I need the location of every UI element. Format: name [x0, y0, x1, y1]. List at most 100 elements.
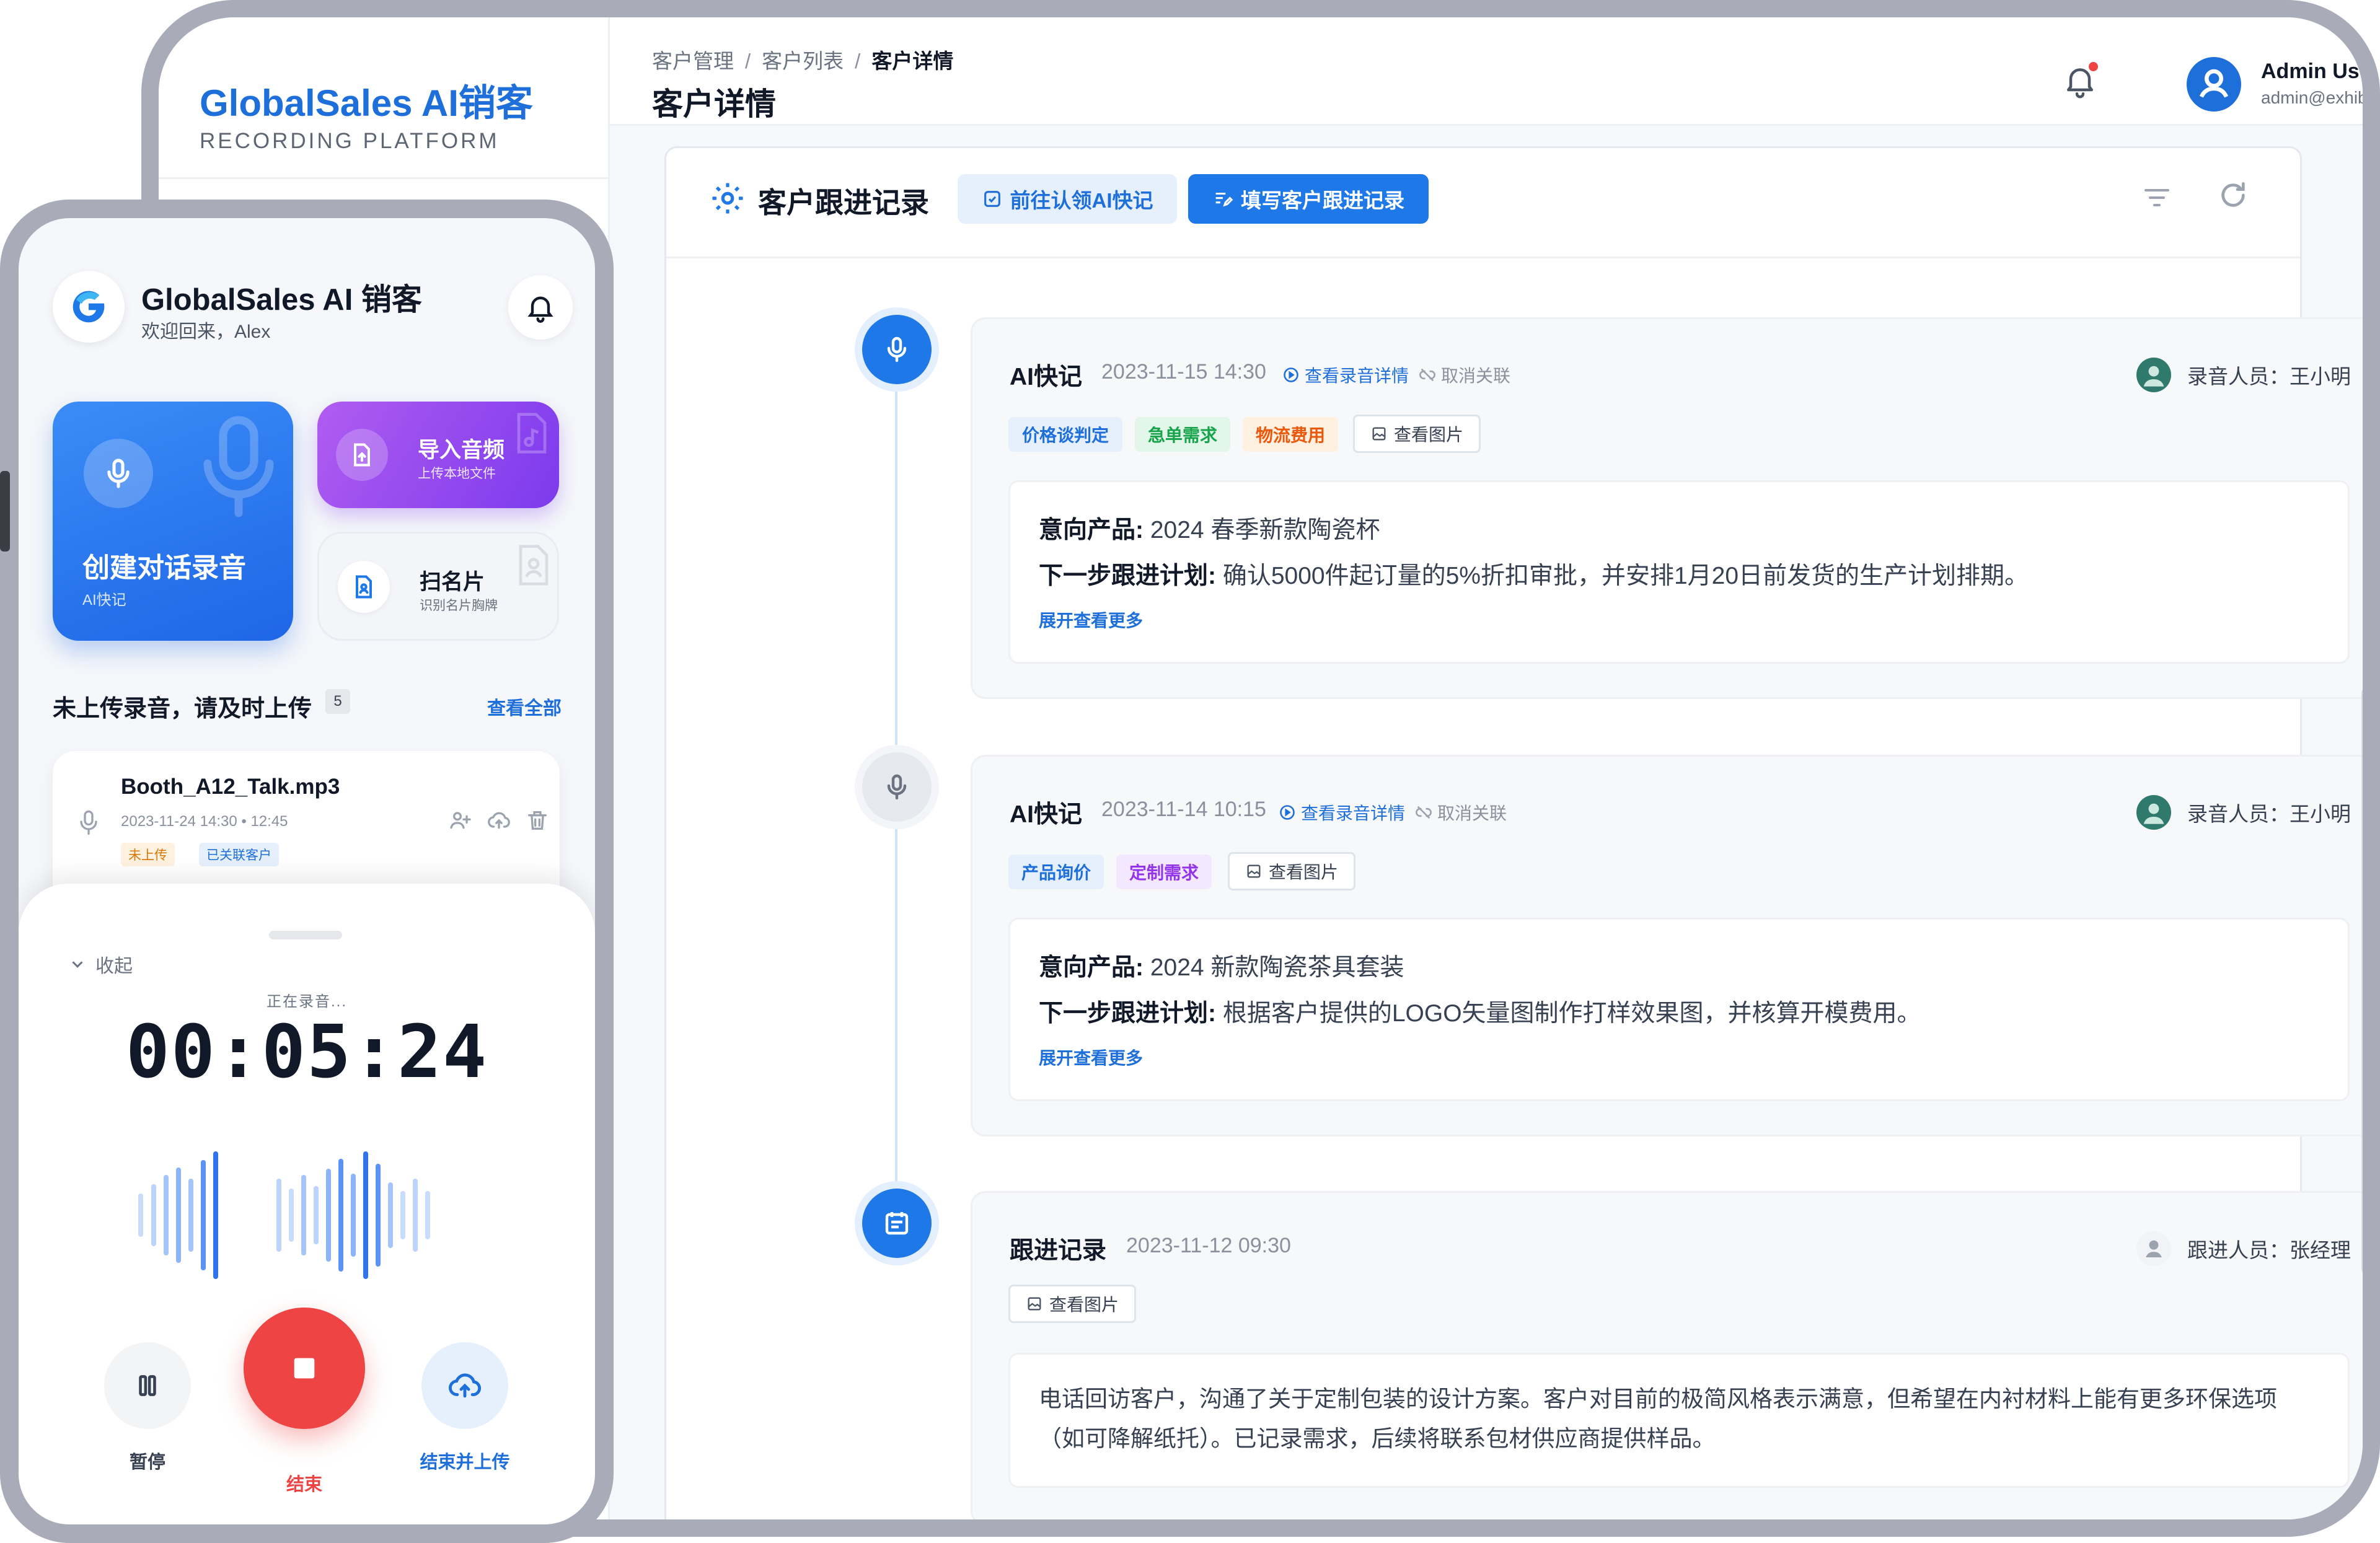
- scrollbar-thumb[interactable]: [2361, 687, 2363, 1275]
- tag-logistics-cost: 物流费用: [1243, 417, 1338, 452]
- view-recording-link[interactable]: 查看录音详情: [1282, 363, 1409, 387]
- claim-ai-notes-button[interactable]: 前往认领AI快记: [958, 174, 1177, 224]
- sidebar-divider: [159, 177, 608, 179]
- import-audio-title: 导入音频: [418, 438, 505, 462]
- contact-card-icon: [355, 575, 372, 599]
- unlink-label: 取消关联: [1437, 804, 1507, 823]
- breadcrumb: 客户管理 / 客户列表 / 客户详情: [652, 45, 953, 74]
- plan-label: 下一步跟进计划:: [1039, 1000, 1216, 1027]
- pending-file-item[interactable]: Booth_A12_Talk.mp3 2023-11-24 14:30 • 12…: [53, 751, 560, 906]
- microphone-watermark-icon: [203, 416, 274, 517]
- view-all-link[interactable]: 查看全部: [487, 693, 562, 720]
- breadcrumb-item-current: 客户详情: [871, 50, 954, 73]
- view-image-button[interactable]: 查看图片: [1008, 1285, 1136, 1323]
- image-icon: [1372, 427, 1386, 441]
- brand-subtitle: RECORDING PLATFORM: [200, 129, 500, 153]
- filter-icon[interactable]: [2140, 183, 2174, 213]
- product-value: 2024 新款陶瓷茶具套装: [1150, 954, 1404, 981]
- phone-notification-button[interactable]: [508, 275, 573, 340]
- create-recording-sub: AI快记: [82, 592, 126, 609]
- entry-summary: 意向产品: 2024 新款陶瓷茶具套装 下一步跟进计划: 根据客户提供的LOGO…: [1008, 918, 2350, 1101]
- refresh-icon[interactable]: [2216, 178, 2250, 213]
- mobile-app-frame: GlobalSales AI 销客 欢迎回来，Alex 创建对话录音 AI快记 …: [0, 200, 614, 1543]
- claim-ai-notes-label: 前往认领AI快记: [1010, 189, 1153, 212]
- entry-time: 2023-11-15 14:30: [1101, 360, 1266, 384]
- finish-upload-button[interactable]: [421, 1342, 508, 1429]
- user-name: Admin User: [2261, 59, 2379, 83]
- microphone-icon: [887, 774, 907, 800]
- product-label: 意向产品:: [1039, 954, 1144, 981]
- tag-product-inquiry: 产品询价: [1008, 855, 1104, 889]
- tag-price-negotiation: 价格谈判定: [1008, 417, 1122, 452]
- expand-more-link[interactable]: 展开查看更多: [1039, 607, 1143, 632]
- user-avatar[interactable]: [2187, 57, 2241, 112]
- audio-file-watermark-icon: [517, 413, 547, 454]
- brand-title: GlobalSales AI销客: [200, 82, 533, 124]
- top-header: 客户管理 / 客户列表 / 客户详情 客户详情 Admin User admin@exh…: [610, 17, 2363, 126]
- follower-name: 跟进人员：张经理: [2187, 1239, 2351, 1262]
- import-audio-sub: 上传本地文件: [418, 467, 496, 481]
- scan-card-title: 扫名片: [420, 570, 485, 594]
- create-recording-title: 创建对话录音: [82, 553, 246, 583]
- view-image-button[interactable]: 查看图片: [1353, 415, 1481, 453]
- breadcrumb-item-customer-management[interactable]: 客户管理: [652, 50, 734, 73]
- assign-user-icon[interactable]: [448, 808, 473, 833]
- microphone-icon: [80, 810, 97, 835]
- view-image-button[interactable]: 查看图片: [1228, 852, 1355, 890]
- view-recording-label: 查看录音详情: [1301, 804, 1406, 823]
- scan-card-sub: 识别名片胸牌: [420, 599, 498, 613]
- stop-icon: [294, 1358, 315, 1379]
- notification-dot: [2089, 62, 2098, 71]
- view-image-label: 查看图片: [1268, 863, 1338, 882]
- bell-icon: [527, 296, 553, 323]
- app-logo: [53, 271, 125, 343]
- timeline-node-ai-note: [862, 315, 932, 384]
- tile-icon-circle: [336, 429, 388, 481]
- stop-button[interactable]: [244, 1308, 365, 1429]
- cloud-upload-icon[interactable]: [487, 808, 511, 833]
- card-header: 客户跟进记录 前往认领AI快记 填写客户跟进记录: [666, 148, 2300, 258]
- section-title: 客户跟进记录: [758, 187, 929, 219]
- play-circle-icon: [1284, 367, 1298, 382]
- unlink-button[interactable]: 取消关联: [1419, 363, 1510, 387]
- entry-time: 2023-11-14 10:15: [1101, 798, 1266, 821]
- tag-not-uploaded: 未上传: [121, 843, 175, 866]
- product-label: 意向产品:: [1039, 517, 1144, 543]
- unlink-icon: [1416, 806, 1432, 819]
- phone-side-button: [0, 471, 10, 552]
- recorder-name: 录音人员：王小明: [2187, 365, 2351, 388]
- view-recording-link[interactable]: 查看录音详情: [1279, 800, 1405, 825]
- waveform-bars: [138, 1151, 430, 1279]
- fill-follow-up-button[interactable]: 填写客户跟进记录: [1188, 174, 1429, 224]
- file-name: Booth_A12_Talk.mp3: [121, 775, 340, 799]
- person-icon: [2146, 1240, 2162, 1257]
- trash-icon[interactable]: [525, 808, 550, 833]
- entry-title: 跟进记录: [1010, 1237, 1107, 1264]
- entry-title: AI快记: [1010, 801, 1083, 828]
- follower-avatar: [2136, 1231, 2171, 1266]
- tag-urgent-order: 急单需求: [1135, 417, 1230, 452]
- unlink-label: 取消关联: [1441, 366, 1511, 385]
- entry-title: AI快记: [1010, 364, 1083, 390]
- calendar-icon: [885, 1212, 909, 1235]
- plan-value: 根据客户提供的LOGO矢量图制作打样效果图，并核算开模费用。: [1222, 1000, 1921, 1027]
- view-image-label: 查看图片: [1393, 425, 1463, 444]
- finish-upload-label: 结束并上传: [420, 1453, 510, 1472]
- view-recording-label: 查看录音详情: [1305, 366, 1409, 385]
- view-image-label: 查看图片: [1049, 1295, 1119, 1314]
- plan-label: 下一步跟进计划:: [1039, 563, 1216, 589]
- checkbox-icon: [984, 191, 1000, 207]
- breadcrumb-separator: /: [855, 50, 861, 73]
- expand-more-link[interactable]: 展开查看更多: [1039, 1045, 1143, 1070]
- app-name: GlobalSales AI 销客: [141, 283, 422, 317]
- entry-time: 2023-11-12 09:30: [1126, 1234, 1291, 1257]
- unlink-button[interactable]: 取消关联: [1415, 800, 1507, 825]
- create-recording-tile[interactable]: 创建对话录音 AI快记: [53, 402, 293, 641]
- breadcrumb-item-customer-list[interactable]: 客户列表: [762, 50, 844, 73]
- tag-custom-request: 定制需求: [1116, 855, 1212, 889]
- badge-watermark-icon: [519, 545, 549, 586]
- import-audio-tile[interactable]: 导入音频 上传本地文件: [317, 402, 559, 508]
- pause-label: 暂停: [129, 1453, 165, 1472]
- scan-card-tile[interactable]: 扫名片 识别名片胸牌: [317, 532, 559, 641]
- pause-button[interactable]: [104, 1342, 191, 1429]
